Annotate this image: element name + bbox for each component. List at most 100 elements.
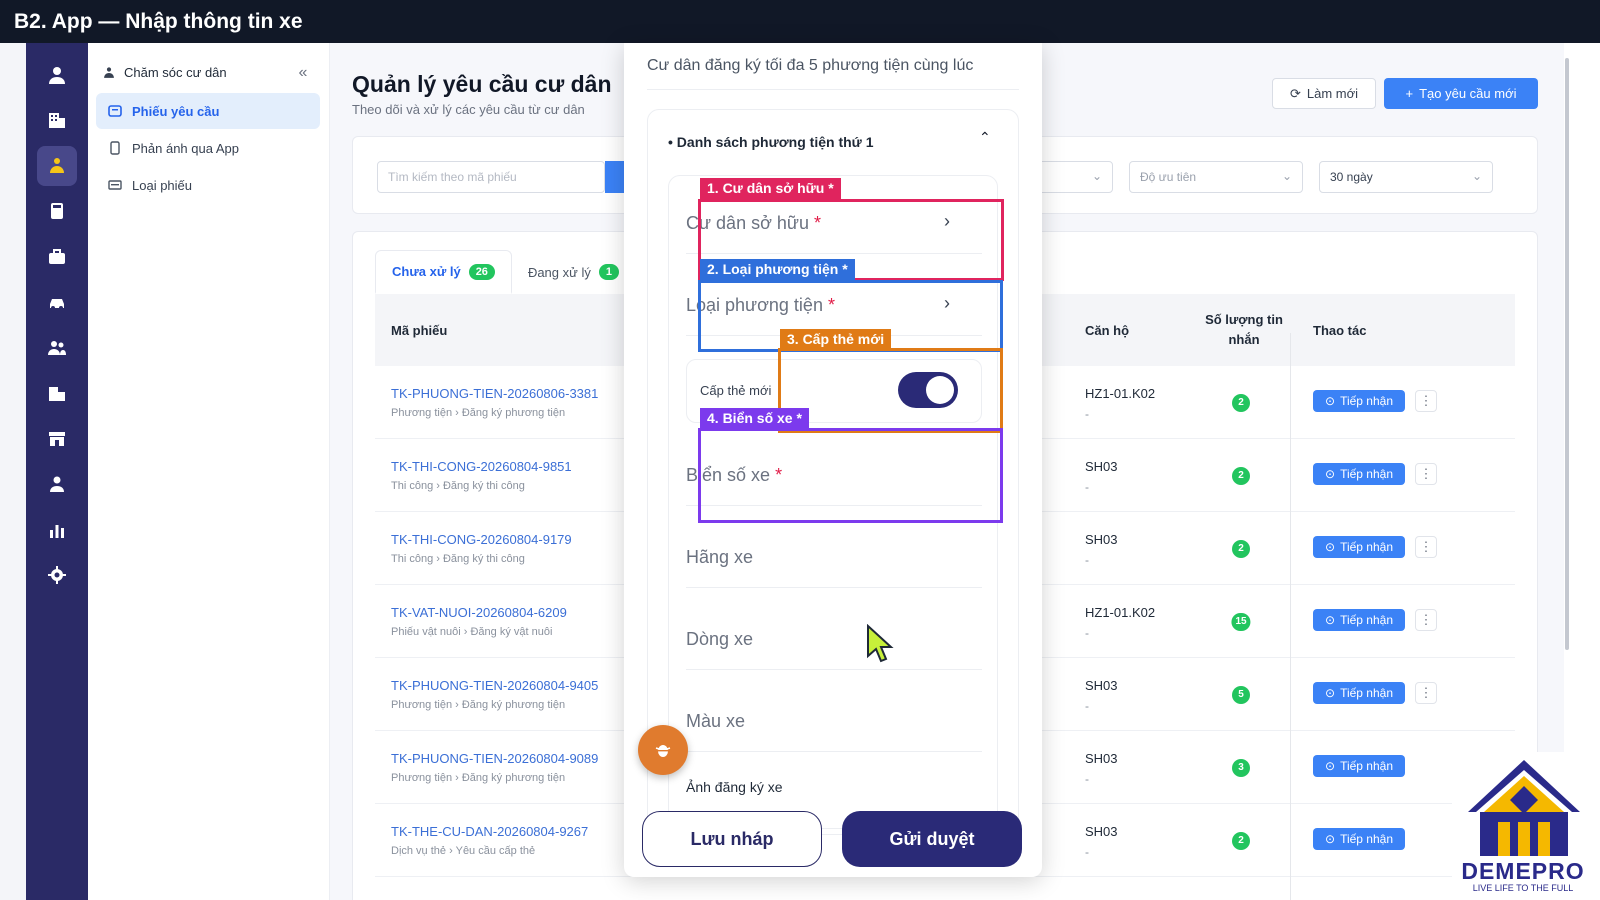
annotation-owner-tag: 1. Cư dân sở hữu * xyxy=(700,178,841,200)
ticket-code-link[interactable]: TK-PHUONG-TIEN-20260806-3381 xyxy=(391,386,598,401)
accept-button[interactable]: ⊙ Tiếp nhận xyxy=(1313,682,1405,704)
sidebar-header: Chăm sóc cư dân xyxy=(102,65,227,80)
ticket-category: Thi công › Đăng ký thi công xyxy=(391,480,525,492)
more-options-icon[interactable]: ⋮ xyxy=(1415,463,1437,485)
accept-button[interactable]: ⊙ Tiếp nhận xyxy=(1313,828,1405,850)
column-divider xyxy=(1290,333,1291,900)
ticket-code-link[interactable]: TK-PHUONG-TIEN-20260804-9089 xyxy=(391,751,598,766)
user-icon[interactable] xyxy=(37,55,77,95)
ticket-code-link[interactable]: TK-THI-CONG-20260804-9851 xyxy=(391,459,572,474)
plus-icon: + xyxy=(1405,86,1414,101)
building-icon[interactable] xyxy=(37,100,77,140)
sidebar-item-ticket-types[interactable]: Loại phiếu xyxy=(96,167,320,203)
message-count-badge: 2 xyxy=(1232,467,1250,485)
divider xyxy=(686,587,982,588)
status-tabs: Chưa xử lý 26 Đang xử lý 1 xyxy=(375,250,635,294)
accept-button[interactable]: ⊙ Tiếp nhận xyxy=(1313,609,1405,631)
photo-label: Ảnh đăng ký xe xyxy=(686,779,783,795)
accept-label: Tiếp nhận xyxy=(1340,467,1393,481)
sidebar-item-tickets[interactable]: Phiếu yêu cầu xyxy=(96,93,320,129)
message-count-badge: 5 xyxy=(1232,686,1250,704)
color-field[interactable]: Màu xe xyxy=(686,711,982,732)
submit-button[interactable]: Gửi duyệt xyxy=(842,811,1022,867)
scrollbar-thumb[interactable] xyxy=(1565,58,1569,650)
left-strip xyxy=(0,43,26,900)
tab-label: Chưa xử lý xyxy=(392,264,461,279)
caption-bar: B2. App — Nhập thông tin xe xyxy=(0,0,1600,43)
play-circle-icon: ⊙ xyxy=(1325,686,1336,700)
resident-care-icon xyxy=(104,66,114,78)
ticket-code-link[interactable]: TK-VAT-NUOI-20260804-6209 xyxy=(391,605,567,620)
refresh-label: Làm mới xyxy=(1306,86,1359,101)
collapse-icon[interactable]: « xyxy=(291,61,315,85)
annotation-new-card-box xyxy=(778,348,1003,433)
accept-button[interactable]: ⊙ Tiếp nhận xyxy=(1313,463,1405,485)
apartment-sub: - xyxy=(1085,845,1089,859)
brand-field[interactable]: Hãng xe xyxy=(686,547,982,568)
staff-icon[interactable] xyxy=(37,464,77,504)
calculator-icon[interactable] xyxy=(37,191,77,231)
ticket-category: Phương tiện › Đăng ký phương tiện xyxy=(391,699,566,711)
apartment-sub: - xyxy=(1085,699,1089,713)
car-icon[interactable] xyxy=(37,282,77,322)
play-circle-icon: ⊙ xyxy=(1325,759,1336,773)
more-options-icon[interactable]: ⋮ xyxy=(1415,536,1437,558)
refresh-icon: ⟳ xyxy=(1289,85,1301,101)
tab-pending[interactable]: Chưa xử lý 26 xyxy=(375,250,512,294)
accept-button[interactable]: ⊙ Tiếp nhận xyxy=(1313,390,1405,412)
sidebar-item-label: Phiếu yêu cầu xyxy=(132,103,220,119)
save-draft-button[interactable]: Lưu nháp xyxy=(642,811,822,867)
accept-button[interactable]: ⊙ Tiếp nhận xyxy=(1313,755,1405,777)
create-request-button[interactable]: + Tạo yêu cầu mới xyxy=(1384,78,1538,109)
tab-in-progress[interactable]: Đang xử lý 1 xyxy=(512,250,635,294)
apartment-sub: - xyxy=(1085,553,1089,567)
accept-label: Tiếp nhận xyxy=(1340,686,1393,700)
briefcase-icon[interactable] xyxy=(37,237,77,277)
accept-label: Tiếp nhận xyxy=(1340,759,1393,773)
gear-icon[interactable] xyxy=(37,555,77,595)
apartment-sub: - xyxy=(1085,626,1089,640)
secondary-sidebar: Chăm sóc cư dân « Phiếu yêu cầu Phản ánh… xyxy=(88,43,330,900)
header-code: Mã phiếu xyxy=(391,322,448,338)
refresh-button[interactable]: ⟳ Làm mới xyxy=(1272,78,1376,109)
resident-care-icon[interactable] xyxy=(37,146,77,186)
ticket-code-link[interactable]: TK-THE-CU-DAN-20260804-9267 xyxy=(391,824,588,839)
apartment-code: SH03 xyxy=(1085,824,1118,839)
chart-icon[interactable] xyxy=(37,510,77,550)
vehicle-group-title: • Danh sách phương tiện thứ 1 xyxy=(668,134,874,150)
apartment-code: SH03 xyxy=(1085,459,1118,474)
tab-label: Đang xử lý xyxy=(527,264,591,280)
users-icon[interactable] xyxy=(37,328,77,368)
play-circle-icon: ⊙ xyxy=(1325,832,1336,846)
period-select[interactable]: 30 ngày ⌄ xyxy=(1319,161,1493,193)
chevron-up-icon[interactable]: ⌃ xyxy=(979,129,991,146)
ticket-icon xyxy=(108,105,122,117)
divider xyxy=(686,669,982,670)
accept-label: Tiếp nhận xyxy=(1340,832,1393,846)
sidebar-item-app-feedback[interactable]: Phản ánh qua App xyxy=(96,130,320,166)
store-icon[interactable] xyxy=(37,419,77,459)
model-field[interactable]: Dòng xe xyxy=(686,629,982,650)
annotation-plate-box xyxy=(698,428,1003,523)
ticket-category: Thi công › Đăng ký thi công xyxy=(391,553,525,565)
ticket-code-link[interactable]: TK-PHUONG-TIEN-20260804-9405 xyxy=(391,678,598,693)
apartment-sub: - xyxy=(1085,772,1089,786)
sidebar-header-label: Chăm sóc cư dân xyxy=(124,65,227,80)
annotation-vehicle-type-tag: 2. Loại phương tiện * xyxy=(700,259,855,281)
search-input[interactable]: Tìm kiếm theo mã phiếu xyxy=(377,161,605,193)
bug-report-button[interactable] xyxy=(638,725,688,775)
more-options-icon[interactable]: ⋮ xyxy=(1415,390,1437,412)
message-count-badge: 15 xyxy=(1231,613,1251,631)
more-options-icon[interactable]: ⋮ xyxy=(1415,682,1437,704)
apartment-code: SH03 xyxy=(1085,532,1118,547)
ticket-code-link[interactable]: TK-THI-CONG-20260804-9179 xyxy=(391,532,572,547)
accept-button[interactable]: ⊙ Tiếp nhận xyxy=(1313,536,1405,558)
office-icon[interactable] xyxy=(37,373,77,413)
logo-name: DEMEPRO xyxy=(1461,858,1585,884)
apartment-sub: - xyxy=(1085,407,1089,421)
priority-select[interactable]: Độ ưu tiên ⌄ xyxy=(1129,161,1303,193)
chevron-down-icon: ⌄ xyxy=(1471,169,1482,183)
more-options-icon[interactable]: ⋮ xyxy=(1415,609,1437,631)
count-badge: 26 xyxy=(468,263,495,280)
sidebar-item-label: Phản ánh qua App xyxy=(132,140,239,156)
